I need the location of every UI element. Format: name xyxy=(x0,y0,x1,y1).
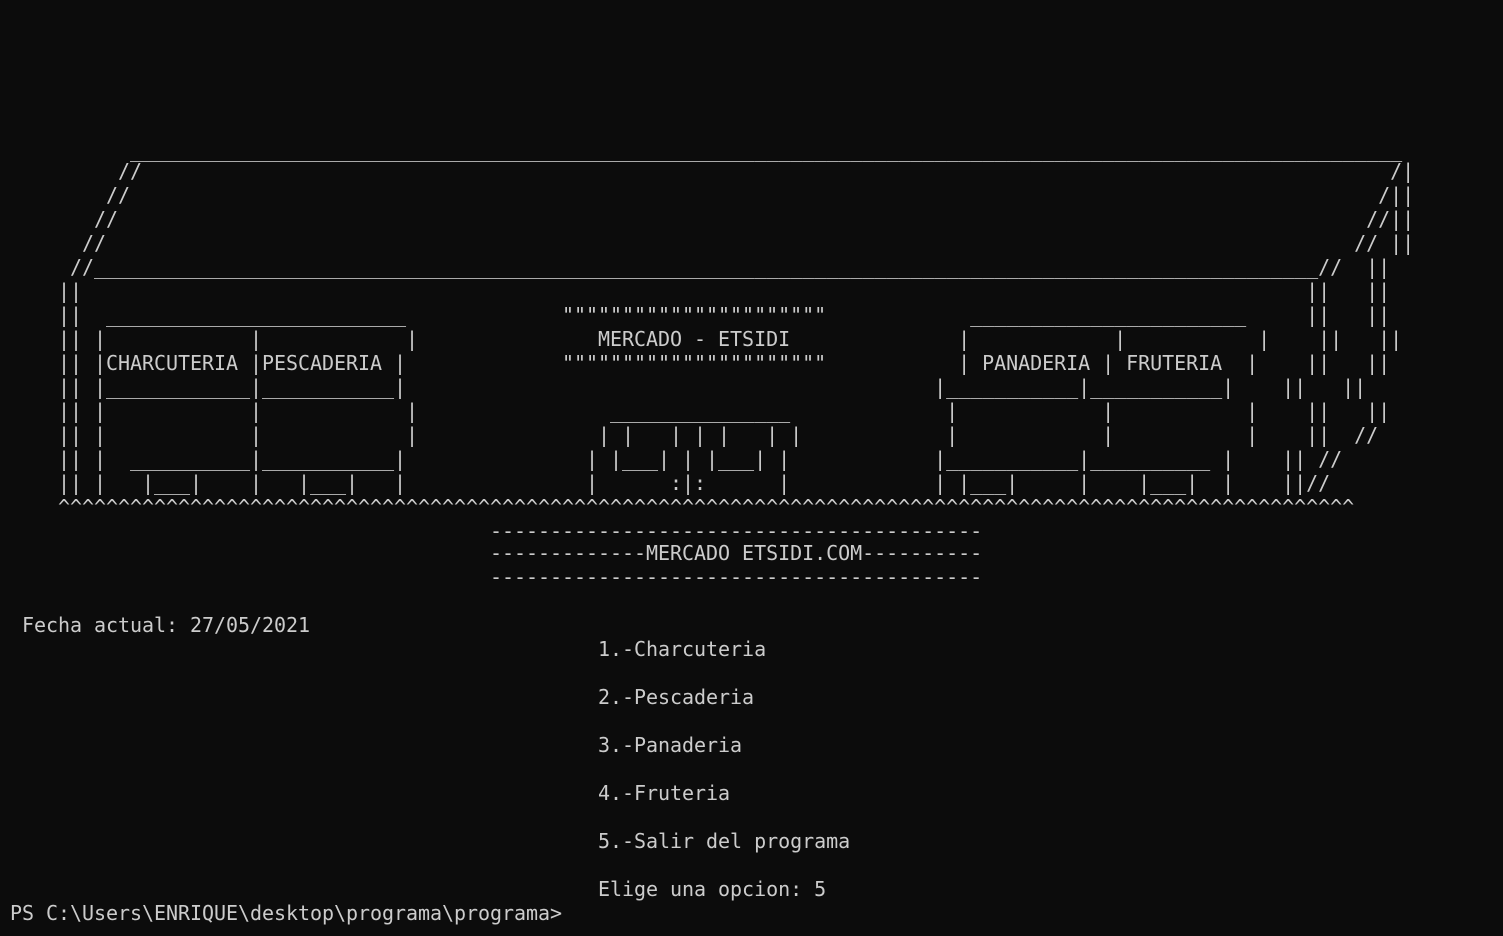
banner-title: -------------MERCADO ETSIDI.COM---------… xyxy=(10,541,983,565)
menu-item-fruteria: 4.-Fruteria xyxy=(10,781,731,805)
ascii-art-line: || | | | | | | | | | | | | | || // xyxy=(10,423,1379,447)
ascii-art-line: || | |___| | |___| | | :|: | | |___| | |… xyxy=(10,471,1331,495)
ascii-art-line: // //|| xyxy=(10,207,1415,231)
choice-prompt: Elige una opcion: 5 xyxy=(10,877,827,901)
ascii-art-line: // // || xyxy=(10,231,1415,255)
terminal-window[interactable]: ________________________________________… xyxy=(0,0,1503,936)
ascii-art-line: || || || xyxy=(10,279,1391,303)
ascii-art-line: || | | | MERCADO - ETSIDI | | | || || xyxy=(10,327,1403,351)
ascii-art-line: ^^^^^^^^^^^^^^^^^^^^^^^^^^^^^^^^^^^^^^^^… xyxy=(10,495,1355,519)
menu-item-salir: 5.-Salir del programa xyxy=(10,829,851,853)
banner-line: ----------------------------------------… xyxy=(10,565,983,589)
ascii-art-line: // /|| xyxy=(10,183,1415,207)
menu-item-panaderia: 3.-Panaderia xyxy=(10,733,743,757)
shell-prompt[interactable]: PS C:\Users\ENRIQUE\desktop\programa\pro… xyxy=(10,901,562,925)
ascii-art-line: || _________________________ """""""""""… xyxy=(10,303,1391,327)
current-date: Fecha actual: 27/05/2021 xyxy=(10,613,311,637)
ascii-art-line: || |____________|___________| |_________… xyxy=(10,375,1367,399)
menu-item-pescaderia: 2.-Pescaderia xyxy=(10,685,755,709)
menu-item-charcuteria: 1.-Charcuteria xyxy=(10,637,767,661)
ascii-art-line: || | __________|___________| | |___| | |… xyxy=(10,447,1343,471)
ascii-art-line: // /| xyxy=(10,159,1415,183)
banner-line: ----------------------------------------… xyxy=(10,519,983,543)
ascii-art-line: || | | | _______________ | | | || || xyxy=(10,399,1391,423)
ascii-art-line: //______________________________________… xyxy=(10,255,1391,279)
ascii-art-line: || |CHARCUTERIA |PESCADERIA | """"""""""… xyxy=(10,351,1391,375)
